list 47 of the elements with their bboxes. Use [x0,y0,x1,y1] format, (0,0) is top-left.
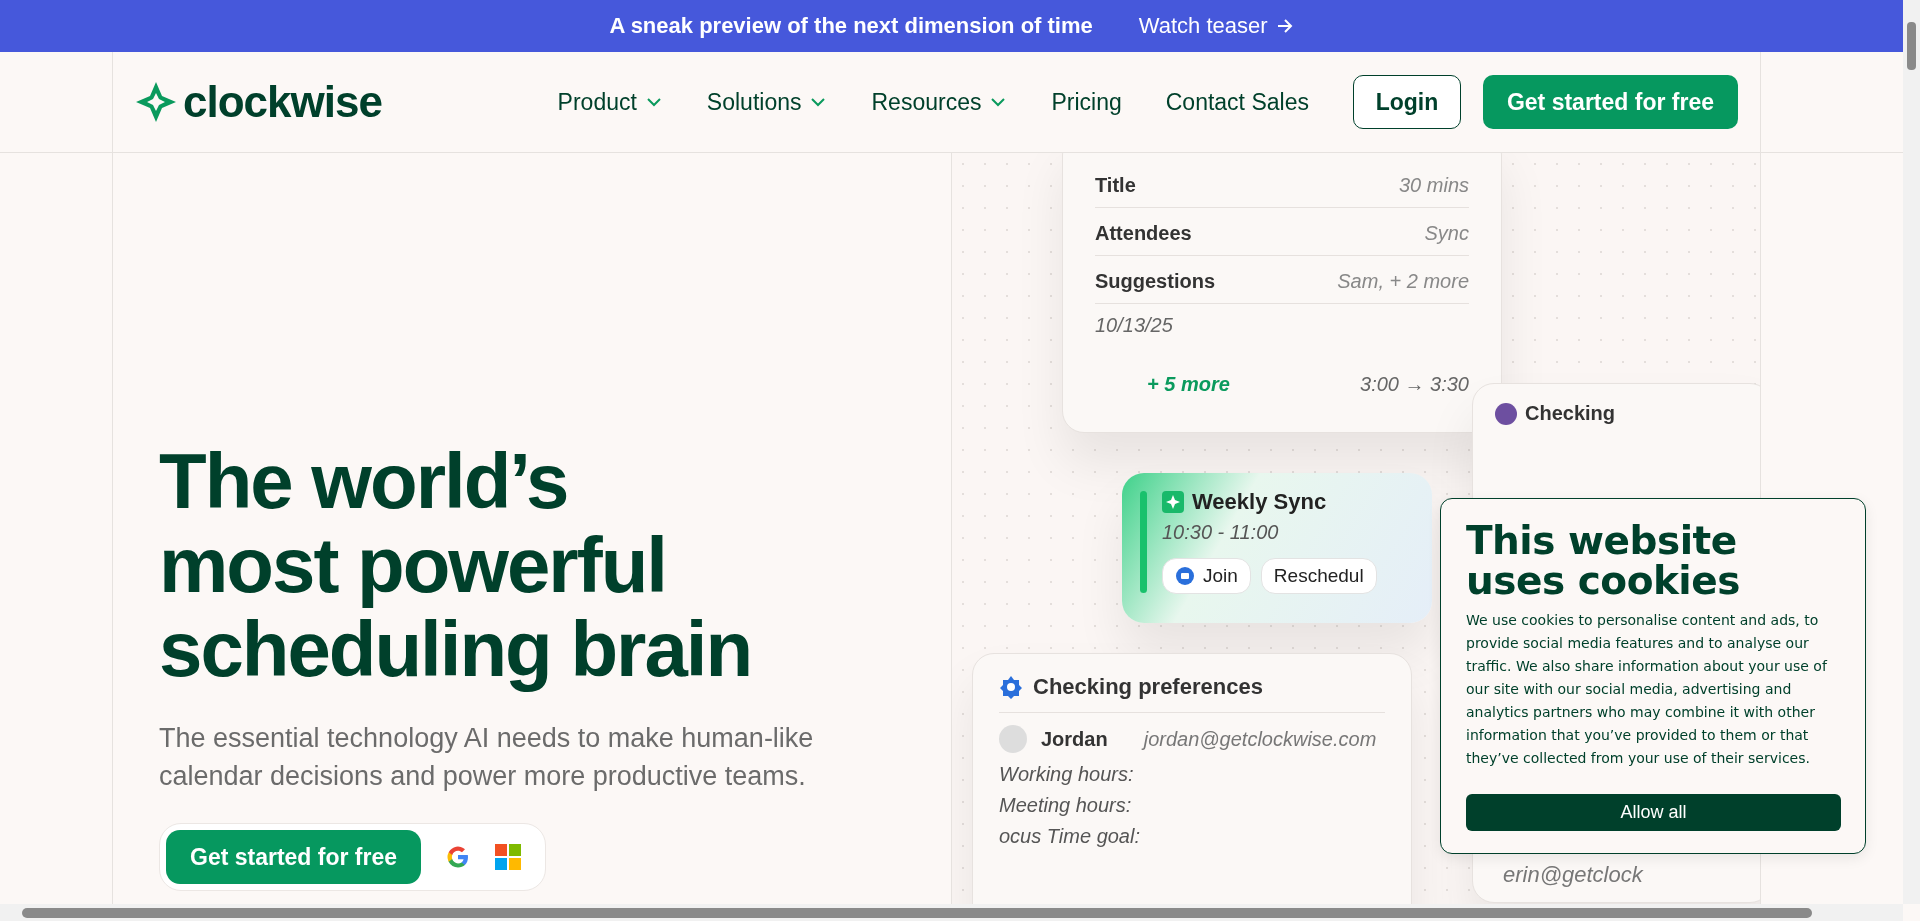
field-value: Sam, + 2 more [1337,270,1469,293]
field-value: Sync [1424,222,1469,245]
event-action-button[interactable]: Reschedul [1260,558,1377,594]
arrow-right-icon [1275,17,1294,35]
card-title: Checking preferences [1033,674,1263,700]
announcement-text: A sneak preview of the next dimension of time [609,13,1093,39]
user-name: Jordan [1041,727,1108,751]
hero-headline: The world’s most powerful scheduling brain [159,439,753,691]
field-value: 30 mins [1398,174,1469,197]
scrollbar-thumb[interactable] [1907,22,1916,70]
field-label: Meeting hours: [999,794,1133,817]
login-button[interactable]: Login [1352,75,1461,129]
logo-wordmark[interactable]: clockwise [183,77,382,127]
event-time: 10:30 - 11:00 [1162,521,1280,544]
nav-link[interactable]: Product [557,88,663,116]
suggestion-time: 3:00 → 3:30 [1360,373,1469,396]
email-text: erin@getclock [1503,862,1643,888]
event-title: Weekly Sync [1192,489,1327,515]
nav-link[interactable]: Contact Sales [1165,88,1309,116]
hero-subtitle: The essential technology AI needs to make human-like calendar decisions and power more productive teams. [159,722,815,793]
vertical-scrollbar[interactable] [1903,0,1920,904]
avatar [999,725,1027,753]
nav-link[interactable]: Solutions [706,88,828,116]
cookie-description: We use cookies to personalise content and ads, to provide social media features and to analyse our traffic. We also share information about your use of our site with our social media, advertising and analytics partners who may combine it with other information that you’ve provided to them or that they’ve collected from your use of their services. [1466,611,1829,768]
field-label: Title [1095,174,1136,197]
watch-teaser-link[interactable]: Watch teaser [1138,13,1294,39]
nav-link[interactable]: Resources [871,88,1008,116]
get-started-button[interactable]: Get started for free [166,830,422,884]
field-label: Attendees [1095,222,1192,245]
horizontal-scrollbar[interactable] [0,904,1903,921]
suggestion-date: 10/13/25 [1095,314,1174,337]
video-call-icon [1175,566,1195,586]
logo-icon [135,81,177,123]
field-label: ocus Time goal: [999,825,1141,848]
field-label: Suggestions [1095,270,1215,293]
get-started-button[interactable]: Get started for free [1482,75,1738,129]
email-text: jordan@getclockwise.com [1143,727,1377,751]
cookie-title: This website uses cookies [1466,521,1741,601]
event-action-button[interactable]: Join [1162,558,1251,594]
gear-icon [999,675,1023,699]
microsoft-icon[interactable] [495,844,522,870]
allow-all-button[interactable]: Allow all [1466,794,1841,831]
sparkle-icon [1162,491,1184,513]
field-label: Working hours: [999,763,1135,786]
nav-link[interactable]: Pricing [1051,88,1122,116]
scrollbar-thumb[interactable] [22,908,1812,918]
card-title: Checking [1525,402,1616,425]
